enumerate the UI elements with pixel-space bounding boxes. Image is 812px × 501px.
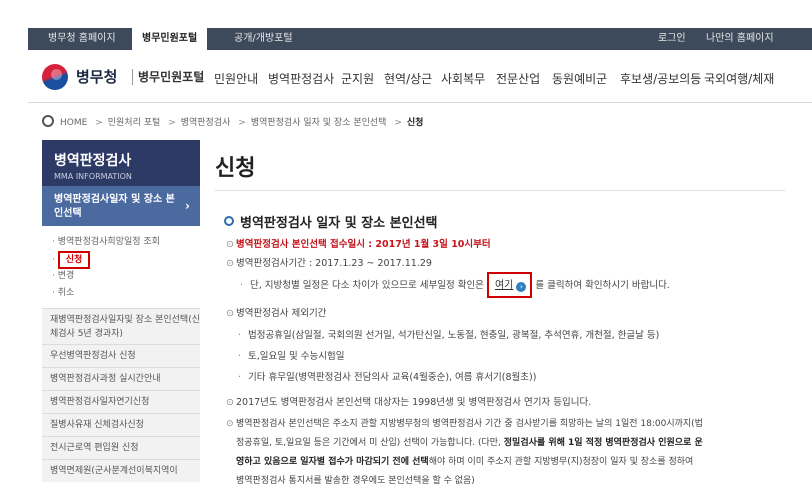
- nav-candidates[interactable]: 후보생/공보의등: [620, 70, 701, 87]
- logo-divider: [132, 69, 133, 85]
- nav-social-service[interactable]: 사회복무: [441, 70, 485, 87]
- nav-active-duty[interactable]: 현역/상근: [384, 70, 432, 87]
- nav-military-support[interactable]: 군지원: [341, 70, 374, 87]
- page-title: 신청: [215, 156, 256, 181]
- breadcrumb-item[interactable]: 병역판정검사 일자 및 장소 본인선택: [251, 118, 387, 128]
- breadcrumb-item[interactable]: 민원처리 포털: [108, 118, 161, 128]
- home-icon[interactable]: [42, 115, 54, 127]
- breadcrumb-current: 신청: [406, 118, 424, 128]
- target-note-line: ⊙ 2017년도 병역판정검사 본인선택 대상자는 1998년생 및 병역판정검사…: [226, 397, 592, 408]
- sidebar-item-postpone[interactable]: 병역판정검사일자연기신청: [42, 390, 200, 413]
- breadcrumb-separator: >: [95, 118, 103, 128]
- login-link[interactable]: 로그인: [658, 28, 686, 50]
- paragraph-line: 정공휴일, 토,일요일 등은 기간에서 미 산입) 선택이 가능합니다. (다만…: [236, 438, 703, 448]
- tab-mma-homepage[interactable]: 병무청 홈페이지: [38, 28, 126, 50]
- submenu-item-change[interactable]: · 변경: [52, 268, 200, 285]
- breadcrumb-separator: >: [394, 118, 402, 128]
- nav-civil-guide[interactable]: 민원안내: [214, 70, 258, 87]
- bullet-ring-icon: [224, 216, 234, 226]
- sidebar-title: 병역판정검사: [54, 153, 132, 169]
- sidebar-subtitle: MMA INFORMATION: [54, 172, 132, 181]
- sidebar-item-realtime[interactable]: 병역판정검사과정 실시간안내: [42, 367, 200, 390]
- exclude-item: · 법정공휴일(삼일절, 국회의원 선거일, 석가탄신일, 노동절, 현충일, 광…: [238, 330, 660, 341]
- exclude-title-line: ⊙ 병역판정검사 제외기간: [226, 308, 327, 319]
- paragraph-line: 영하고 있음으로 일자별 접수가 마감되기 전에 선택해야 하며 이미 주소지 …: [236, 457, 694, 467]
- paragraph-line: ⊙ 병역판정검사 본인선택은 주소지 관할 지방병무청의 병역판정검사 기간 중 …: [226, 419, 703, 429]
- sidebar-item-reexam[interactable]: 재병역판정검사일자및 장소 본인선택(신체검사 5년 경과자): [42, 308, 200, 344]
- submenu-item-cancel[interactable]: · 취소: [52, 285, 200, 302]
- breadcrumb-separator: >: [238, 118, 246, 128]
- breadcrumb-item[interactable]: 병역판정검사: [181, 118, 231, 128]
- sidebar-item-priority[interactable]: 우선병역판정검사 신청: [42, 344, 200, 367]
- sidebar-item-label: 병역판정검사일자 및 장소 본인선택: [54, 194, 175, 219]
- sidebar-submenu: · 병역판정검사희망일정 조회 · 신청 · 변경 · 취소: [42, 226, 200, 308]
- logo-text[interactable]: 병무청: [76, 66, 117, 87]
- paragraph-line: 병역판정검사 통지서를 발송한 경우에도 본인선택을 할 수 없음): [236, 476, 475, 486]
- here-link[interactable]: 여기: [495, 280, 513, 291]
- sidebar-header: 병역판정검사 MMA INFORMATION: [42, 140, 200, 186]
- sidebar-item-wartime[interactable]: 전시근로역 편입원 신청: [42, 436, 200, 459]
- section-heading: 병역판정검사 일자 및 장소 본인선택: [224, 212, 438, 231]
- my-homepage-link[interactable]: 나만의 홈페이지: [706, 28, 774, 50]
- tab-civil-portal[interactable]: 병무민원포털: [132, 28, 208, 50]
- submenu-item-apply[interactable]: · 신청: [52, 251, 200, 269]
- tab-open-portal[interactable]: 공개/개방포털: [224, 28, 303, 50]
- nav-special-industry[interactable]: 전문산업: [496, 70, 540, 87]
- chevron-right-icon: ›: [185, 199, 190, 213]
- sidebar-item-self-selection[interactable]: 병역판정검사일자 및 장소 본인선택 ›: [42, 186, 200, 226]
- nav-reserve[interactable]: 동원예비군: [552, 70, 607, 87]
- notice-line: ⊙ 병역판정검사 본인선택 접수일시 : 2017년 1월 3일 10시부터: [226, 239, 491, 250]
- nav-exam[interactable]: 병역판정검사: [268, 70, 334, 87]
- sidebar-item-illness-reexam[interactable]: 질병사유재 신체검사신청: [42, 413, 200, 436]
- breadcrumb-home[interactable]: HOME: [60, 118, 87, 128]
- site-header: 병무청 병무민원포털 민원안내 병역판정검사 군지원 현역/상근 사회복무 전문…: [28, 50, 812, 103]
- sidebar-item-exemption[interactable]: 병역면제원(군사분계선이북지역이: [42, 459, 200, 482]
- sidebar: 병역판정검사 MMA INFORMATION 병역판정검사일자 및 장소 본인선…: [42, 140, 200, 482]
- submenu-item-schedule[interactable]: · 병역판정검사희망일정 조회: [52, 234, 200, 251]
- nav-overseas[interactable]: 국외여행/체재: [704, 70, 774, 87]
- period-line: ⊙ 병역판정검사기간 : 2017.1.23 ~ 2017.11.29: [226, 258, 432, 269]
- title-divider: [215, 190, 785, 191]
- breadcrumb: HOME > 민원처리 포털 > 병역판정검사 > 병역판정검사 일자 및 장소 본인…: [42, 115, 423, 128]
- exclude-item: · 토,일요일 및 수능시험일: [238, 351, 345, 362]
- here-link-box[interactable]: 여기 ›: [486, 272, 533, 298]
- breadcrumb-separator: >: [168, 118, 176, 128]
- exclude-item: · 기타 휴무일(병역판정검사 전담의사 교육(4월중순), 여름 휴서기(8월초…: [238, 372, 537, 383]
- top-bar: 병무청 홈페이지 병무민원포털 공개/개방포털 로그인 나만의 홈페이지: [0, 0, 812, 50]
- schedule-line: · 단, 지방청별 일정은 다소 차이가 있으므로 세부일정 확인은 여기 › 를 …: [240, 272, 670, 298]
- logo-subtitle[interactable]: 병무민원포털: [138, 68, 204, 85]
- arrow-circle-icon[interactable]: ›: [516, 282, 527, 292]
- government-logo-icon[interactable]: [42, 64, 68, 90]
- submenu-apply-highlight[interactable]: 신청: [57, 251, 91, 269]
